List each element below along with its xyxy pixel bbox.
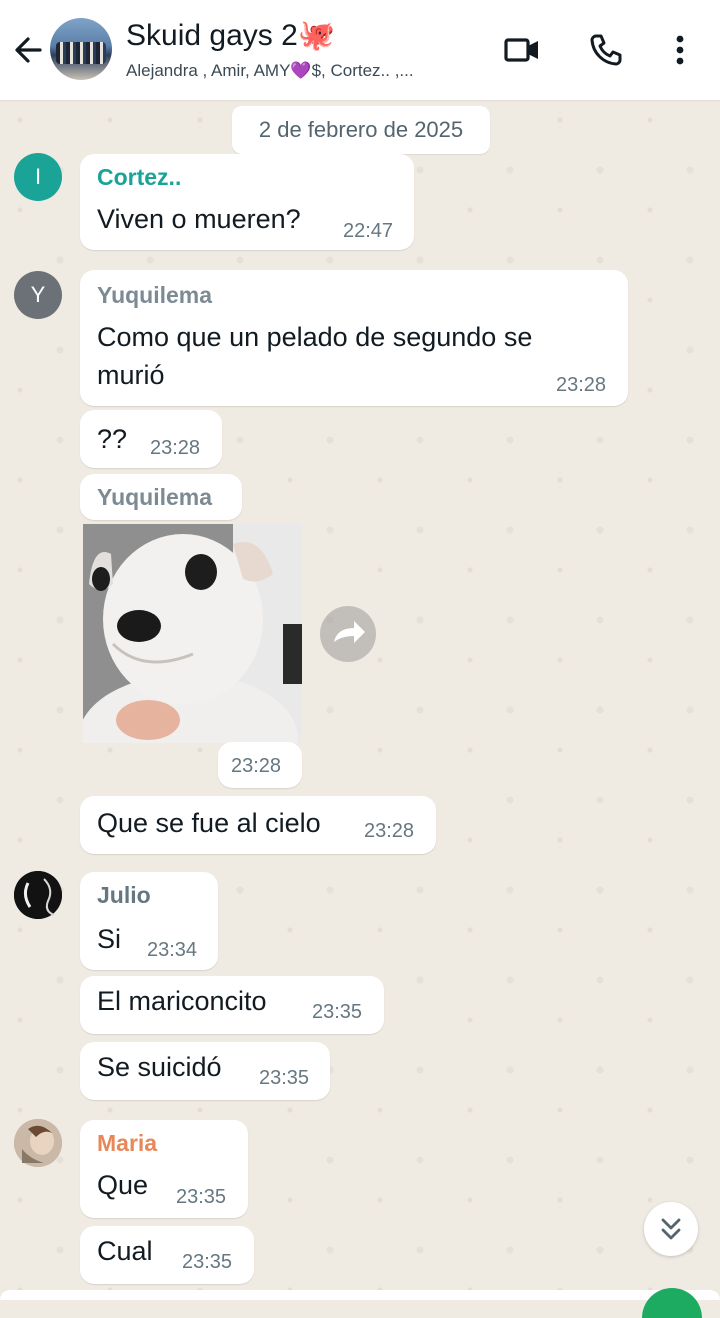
message-time: 23:35: [259, 1067, 310, 1089]
group-photo: [56, 42, 106, 64]
sender-name[interactable]: Julio: [97, 882, 151, 909]
sender-name[interactable]: Yuquilema: [97, 484, 212, 511]
message-time: 23:35: [312, 1001, 363, 1023]
voice-call-button[interactable]: [586, 30, 626, 70]
message-bubble[interactable]: El mariconcito 23:35: [80, 976, 384, 1034]
message-text: Como que un pelado de segundo se murió: [97, 322, 533, 390]
message-time: 23:35: [176, 1186, 227, 1208]
puppy-sticker-image[interactable]: [83, 524, 302, 743]
message-input-bar[interactable]: [0, 1290, 720, 1300]
group-title[interactable]: Skuid gays 2🐙: [126, 18, 335, 53]
more-options-button[interactable]: [660, 30, 700, 70]
phone-icon: [590, 34, 622, 66]
chat-header: Skuid gays 2🐙 Alejandra , Amir, AMY💜$, C…: [0, 0, 720, 100]
message-text: Que: [97, 1170, 149, 1200]
forward-button[interactable]: [320, 606, 376, 662]
sticker-time-chip: 23:28: [218, 742, 302, 788]
scroll-to-bottom-button[interactable]: [644, 1202, 698, 1256]
message-bubble[interactable]: Se suicidó 23:35: [80, 1042, 330, 1100]
message-bubble[interactable]: Maria Que 23:35: [80, 1120, 248, 1218]
sender-label-bubble: Yuquilema: [80, 474, 242, 520]
sender-name[interactable]: Cortez..: [97, 164, 181, 191]
avatar-yuquilema[interactable]: Y: [14, 271, 62, 319]
message-bubble[interactable]: Julio Si 23:34: [80, 872, 218, 970]
message-bubble[interactable]: ?? 23:28: [80, 410, 222, 468]
message-text: Cual: [97, 1236, 153, 1266]
forward-icon: [334, 621, 365, 643]
message-time: 23:28: [231, 755, 282, 777]
scroll-down-icon: [661, 1218, 681, 1240]
video-call-icon: [504, 38, 538, 62]
sender-name[interactable]: Yuquilema: [97, 282, 212, 309]
date-divider: 2 de febrero de 2025: [232, 106, 490, 154]
message-text: El mariconcito: [97, 986, 267, 1016]
back-button[interactable]: [10, 32, 46, 68]
group-avatar[interactable]: [50, 18, 112, 80]
avatar-maria[interactable]: [14, 1119, 62, 1167]
message-time: 23:35: [182, 1251, 233, 1273]
message-text: Si: [97, 924, 122, 954]
message-time: 23:28: [556, 374, 607, 396]
message-bubble[interactable]: Yuquilema Como que un pelado de segundo …: [80, 270, 628, 406]
video-call-button[interactable]: [502, 30, 542, 70]
back-arrow-icon: [15, 37, 42, 63]
message-text: Que se fue al cielo: [97, 808, 321, 838]
message-text: Se suicidó: [97, 1052, 222, 1082]
julio-photo: [14, 871, 62, 919]
message-time: 23:28: [364, 820, 415, 842]
message-bubble[interactable]: Cortez.. Viven o mueren? 22:47: [80, 154, 414, 250]
more-vertical-icon: [676, 35, 684, 65]
maria-photo: [14, 1119, 62, 1167]
message-time: 22:47: [343, 220, 394, 242]
message-bubble[interactable]: Que se fue al cielo 23:28: [80, 796, 436, 854]
message-time: 23:34: [147, 939, 198, 961]
message-time: 23:28: [150, 437, 201, 459]
avatar-julio[interactable]: [14, 871, 62, 919]
sender-name[interactable]: Maria: [97, 1130, 157, 1157]
avatar-cortez[interactable]: I: [14, 153, 62, 201]
message-text: ??: [97, 424, 128, 454]
puppy-illustration: [83, 524, 302, 743]
group-members[interactable]: Alejandra , Amir, AMY💜$, Cortez.. ,...: [126, 61, 414, 81]
message-bubble[interactable]: Cual 23:35: [80, 1226, 254, 1284]
message-text: Viven o mueren?: [97, 204, 301, 234]
